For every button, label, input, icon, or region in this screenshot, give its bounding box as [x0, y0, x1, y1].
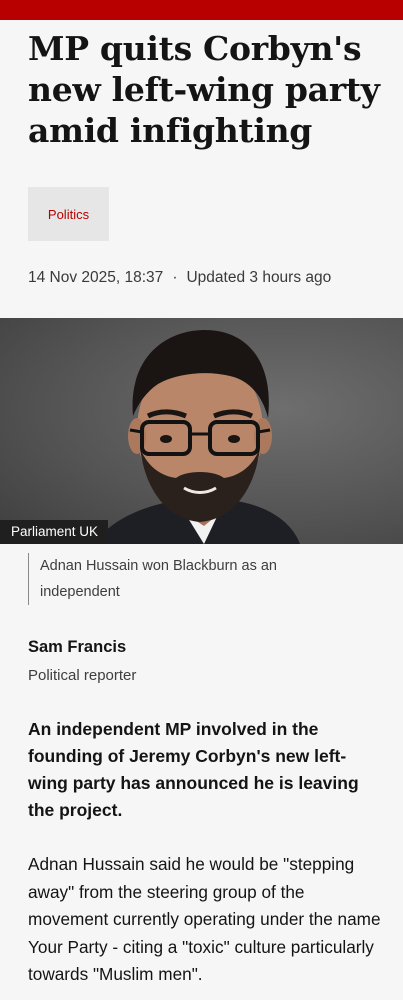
article-metadata: 14 Nov 2025, 18:37 · Updated 3 hours ago	[28, 269, 331, 287]
publish-date: 14 Nov 2025, 18:37	[28, 269, 164, 286]
author-role: Political reporter	[28, 667, 137, 684]
article-hero-image[interactable]: Parliament UK	[0, 318, 403, 544]
article-lead: An independent MP involved in the foundi…	[28, 719, 359, 820]
brand-bar	[0, 0, 403, 20]
author-name: Sam Francis	[28, 638, 127, 656]
portrait-photo	[95, 330, 300, 544]
topic-tag-politics[interactable]: Politics	[28, 187, 109, 241]
updated-time: Updated 3 hours ago	[186, 269, 332, 286]
image-caption: Adnan Hussain won Blackburn as an indepe…	[28, 553, 340, 605]
image-credit: Parliament UK	[0, 520, 109, 544]
article-paragraph: Adnan Hussain said he would be "stepping…	[28, 854, 381, 984]
meta-separator: ·	[172, 269, 178, 286]
article-headline: MP quits Corbyn's new left-wing party am…	[28, 29, 380, 150]
